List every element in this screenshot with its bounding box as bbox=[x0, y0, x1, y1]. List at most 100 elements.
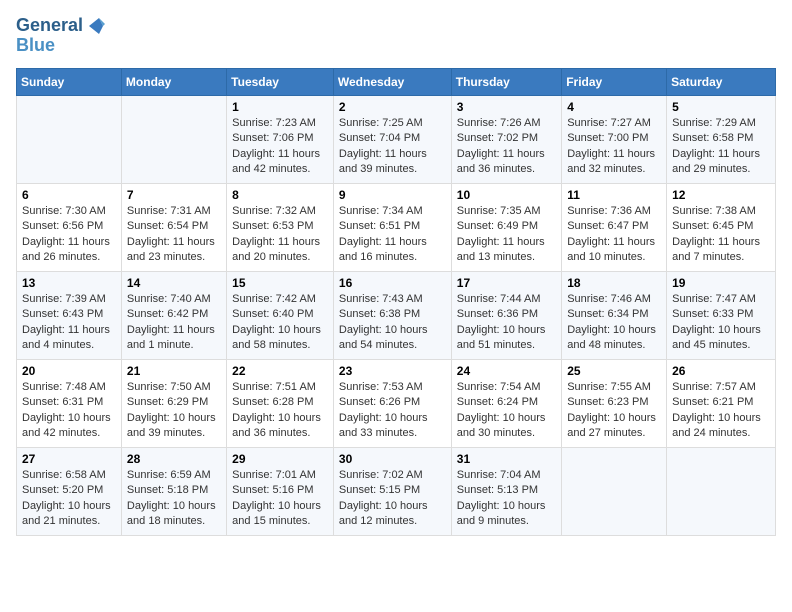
day-info: Sunrise: 7:55 AM Sunset: 6:23 PM Dayligh… bbox=[567, 380, 661, 442]
day-info: Sunrise: 6:59 AM Sunset: 5:18 PM Dayligh… bbox=[127, 468, 221, 530]
calendar-week-row: 6 Sunrise: 7:30 AM Sunset: 6:56 PM Daylig… bbox=[17, 183, 776, 271]
day-number: 6 bbox=[22, 188, 116, 202]
weekday-header: Saturday bbox=[667, 68, 776, 95]
day-number: 24 bbox=[457, 364, 556, 378]
day-info: Sunrise: 7:57 AM Sunset: 6:21 PM Dayligh… bbox=[672, 380, 770, 442]
calendar-cell: 31 Sunrise: 7:04 AM Sunset: 5:13 PM Dayli… bbox=[451, 447, 561, 535]
day-info: Sunrise: 7:43 AM Sunset: 6:38 PM Dayligh… bbox=[339, 292, 446, 354]
calendar-cell bbox=[667, 447, 776, 535]
calendar-cell: 15 Sunrise: 7:42 AM Sunset: 6:40 PM Dayli… bbox=[227, 271, 334, 359]
day-number: 28 bbox=[127, 452, 221, 466]
day-number: 25 bbox=[567, 364, 661, 378]
day-info: Sunrise: 7:53 AM Sunset: 6:26 PM Dayligh… bbox=[339, 380, 446, 442]
weekday-header: Tuesday bbox=[227, 68, 334, 95]
weekday-header-row: SundayMondayTuesdayWednesdayThursdayFrid… bbox=[17, 68, 776, 95]
day-info: Sunrise: 7:54 AM Sunset: 6:24 PM Dayligh… bbox=[457, 380, 556, 442]
day-number: 3 bbox=[457, 100, 556, 114]
weekday-header: Sunday bbox=[17, 68, 122, 95]
day-info: Sunrise: 7:29 AM Sunset: 6:58 PM Dayligh… bbox=[672, 116, 770, 178]
calendar-cell: 27 Sunrise: 6:58 AM Sunset: 5:20 PM Dayli… bbox=[17, 447, 122, 535]
calendar-cell: 14 Sunrise: 7:40 AM Sunset: 6:42 PM Dayli… bbox=[121, 271, 226, 359]
day-number: 5 bbox=[672, 100, 770, 114]
day-number: 21 bbox=[127, 364, 221, 378]
calendar-cell: 1Sunrise: 7:23 AM Sunset: 7:06 PM Daylig… bbox=[227, 95, 334, 183]
day-number: 16 bbox=[339, 276, 446, 290]
day-number: 15 bbox=[232, 276, 328, 290]
day-info: Sunrise: 7:02 AM Sunset: 5:15 PM Dayligh… bbox=[339, 468, 446, 530]
calendar-cell: 13 Sunrise: 7:39 AM Sunset: 6:43 PM Dayli… bbox=[17, 271, 122, 359]
weekday-header: Monday bbox=[121, 68, 226, 95]
calendar-cell: 12Sunrise: 7:38 AM Sunset: 6:45 PM Dayli… bbox=[667, 183, 776, 271]
calendar-cell: 18 Sunrise: 7:46 AM Sunset: 6:34 PM Dayli… bbox=[562, 271, 667, 359]
weekday-header: Wednesday bbox=[333, 68, 451, 95]
day-info: Sunrise: 7:50 AM Sunset: 6:29 PM Dayligh… bbox=[127, 380, 221, 442]
calendar-cell: 29 Sunrise: 7:01 AM Sunset: 5:16 PM Dayli… bbox=[227, 447, 334, 535]
weekday-header: Friday bbox=[562, 68, 667, 95]
calendar-cell: 24 Sunrise: 7:54 AM Sunset: 6:24 PM Dayli… bbox=[451, 359, 561, 447]
day-number: 17 bbox=[457, 276, 556, 290]
calendar-cell: 4 Sunrise: 7:27 AM Sunset: 7:00 PM Daylig… bbox=[562, 95, 667, 183]
calendar-cell bbox=[562, 447, 667, 535]
day-info: Sunrise: 7:35 AM Sunset: 6:49 PM Dayligh… bbox=[457, 204, 556, 266]
day-info: Sunrise: 7:26 AM Sunset: 7:02 PM Dayligh… bbox=[457, 116, 556, 178]
day-info: Sunrise: 6:58 AM Sunset: 5:20 PM Dayligh… bbox=[22, 468, 116, 530]
calendar-cell: 10 Sunrise: 7:35 AM Sunset: 6:49 PM Dayli… bbox=[451, 183, 561, 271]
day-info: Sunrise: 7:46 AM Sunset: 6:34 PM Dayligh… bbox=[567, 292, 661, 354]
day-number: 13 bbox=[22, 276, 116, 290]
day-info: Sunrise: 7:01 AM Sunset: 5:16 PM Dayligh… bbox=[232, 468, 328, 530]
day-number: 20 bbox=[22, 364, 116, 378]
calendar-cell: 23 Sunrise: 7:53 AM Sunset: 6:26 PM Dayli… bbox=[333, 359, 451, 447]
calendar-cell bbox=[17, 95, 122, 183]
day-info: Sunrise: 7:51 AM Sunset: 6:28 PM Dayligh… bbox=[232, 380, 328, 442]
day-number: 29 bbox=[232, 452, 328, 466]
day-number: 10 bbox=[457, 188, 556, 202]
day-number: 8 bbox=[232, 188, 328, 202]
day-info: Sunrise: 7:34 AM Sunset: 6:51 PM Dayligh… bbox=[339, 204, 446, 266]
day-info: Sunrise: 7:36 AM Sunset: 6:47 PM Dayligh… bbox=[567, 204, 661, 266]
day-number: 31 bbox=[457, 452, 556, 466]
day-number: 27 bbox=[22, 452, 116, 466]
day-info: Sunrise: 7:44 AM Sunset: 6:36 PM Dayligh… bbox=[457, 292, 556, 354]
calendar-week-row: 20 Sunrise: 7:48 AM Sunset: 6:31 PM Dayli… bbox=[17, 359, 776, 447]
day-info: Sunrise: 7:47 AM Sunset: 6:33 PM Dayligh… bbox=[672, 292, 770, 354]
logo-icon bbox=[85, 16, 105, 36]
logo-text-blue: Blue bbox=[16, 36, 55, 56]
weekday-header: Thursday bbox=[451, 68, 561, 95]
calendar-cell: 19 Sunrise: 7:47 AM Sunset: 6:33 PM Dayli… bbox=[667, 271, 776, 359]
logo-text-general: General bbox=[16, 16, 83, 36]
day-info: Sunrise: 7:25 AM Sunset: 7:04 PM Dayligh… bbox=[339, 116, 446, 178]
calendar-cell: 21 Sunrise: 7:50 AM Sunset: 6:29 PM Dayli… bbox=[121, 359, 226, 447]
day-info: Sunrise: 7:48 AM Sunset: 6:31 PM Dayligh… bbox=[22, 380, 116, 442]
calendar-cell: 5 Sunrise: 7:29 AM Sunset: 6:58 PM Daylig… bbox=[667, 95, 776, 183]
day-number: 26 bbox=[672, 364, 770, 378]
day-info: Sunrise: 7:30 AM Sunset: 6:56 PM Dayligh… bbox=[22, 204, 116, 266]
day-number: 14 bbox=[127, 276, 221, 290]
day-number: 18 bbox=[567, 276, 661, 290]
day-info: Sunrise: 7:42 AM Sunset: 6:40 PM Dayligh… bbox=[232, 292, 328, 354]
day-number: 19 bbox=[672, 276, 770, 290]
day-number: 23 bbox=[339, 364, 446, 378]
day-number: 11 bbox=[567, 188, 661, 202]
calendar-cell: 3 Sunrise: 7:26 AM Sunset: 7:02 PM Daylig… bbox=[451, 95, 561, 183]
day-number: 1 bbox=[232, 100, 328, 114]
calendar-cell: 11 Sunrise: 7:36 AM Sunset: 6:47 PM Dayli… bbox=[562, 183, 667, 271]
calendar-week-row: 27 Sunrise: 6:58 AM Sunset: 5:20 PM Dayli… bbox=[17, 447, 776, 535]
day-number: 12 bbox=[672, 188, 770, 202]
page-header: General Blue bbox=[16, 16, 776, 56]
day-info: Sunrise: 7:27 AM Sunset: 7:00 PM Dayligh… bbox=[567, 116, 661, 178]
day-number: 2 bbox=[339, 100, 446, 114]
calendar-cell: 2 Sunrise: 7:25 AM Sunset: 7:04 PM Daylig… bbox=[333, 95, 451, 183]
calendar-cell: 7Sunrise: 7:31 AM Sunset: 6:54 PM Daylig… bbox=[121, 183, 226, 271]
day-number: 4 bbox=[567, 100, 661, 114]
day-number: 22 bbox=[232, 364, 328, 378]
day-info: Sunrise: 7:04 AM Sunset: 5:13 PM Dayligh… bbox=[457, 468, 556, 530]
day-info: Sunrise: 7:39 AM Sunset: 6:43 PM Dayligh… bbox=[22, 292, 116, 354]
day-info: Sunrise: 7:40 AM Sunset: 6:42 PM Dayligh… bbox=[127, 292, 221, 354]
calendar-cell: 26 Sunrise: 7:57 AM Sunset: 6:21 PM Dayli… bbox=[667, 359, 776, 447]
calendar-table: SundayMondayTuesdayWednesdayThursdayFrid… bbox=[16, 68, 776, 536]
calendar-cell: 6 Sunrise: 7:30 AM Sunset: 6:56 PM Daylig… bbox=[17, 183, 122, 271]
calendar-cell: 17 Sunrise: 7:44 AM Sunset: 6:36 PM Dayli… bbox=[451, 271, 561, 359]
calendar-cell bbox=[121, 95, 226, 183]
calendar-cell: 20 Sunrise: 7:48 AM Sunset: 6:31 PM Dayli… bbox=[17, 359, 122, 447]
calendar-week-row: 13 Sunrise: 7:39 AM Sunset: 6:43 PM Dayli… bbox=[17, 271, 776, 359]
